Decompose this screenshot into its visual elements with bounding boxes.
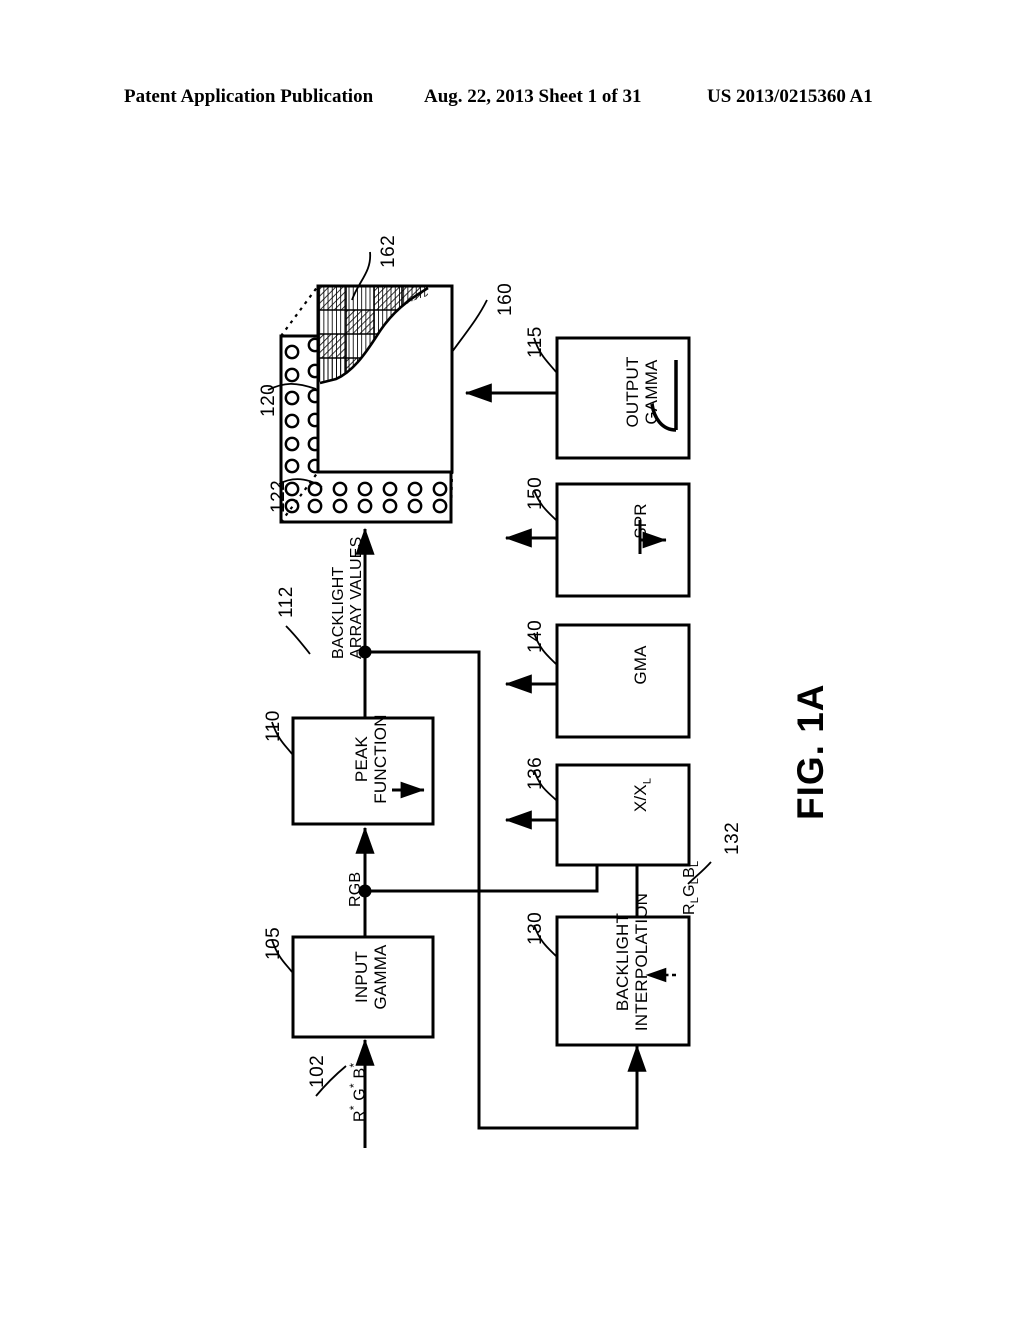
ref-122: 122 bbox=[268, 479, 289, 513]
block-gma-rect bbox=[555, 623, 691, 739]
block-label-backlight-interpolation: BACKLIGHT INTERPOLATION bbox=[613, 892, 651, 1032]
peak-function-line2: FUNCTION bbox=[371, 714, 390, 804]
gma-text: GMA bbox=[631, 645, 650, 685]
signal-label-rgb: RGB bbox=[347, 872, 365, 907]
block-x-over-xl-rect bbox=[555, 763, 691, 867]
block-spr-rect bbox=[555, 482, 691, 598]
ref-136: 136 bbox=[525, 756, 546, 790]
ref-160: 160 bbox=[495, 282, 516, 316]
signal-label-backlight-array-values: BACKLIGHT ARRAY VALUES bbox=[330, 536, 365, 659]
output-gamma-line1: OUTPUT bbox=[623, 356, 642, 428]
backlight-interpolation-line2: INTERPOLATION bbox=[632, 892, 651, 1032]
ref-102: 102 bbox=[307, 1054, 328, 1088]
block-label-input-gamma: INPUT GAMMA bbox=[352, 927, 390, 1027]
x-over-xl-subscript: L bbox=[641, 777, 654, 785]
block-label-output-gamma: OUTPUT GAMMA bbox=[623, 337, 661, 447]
figure-1a-diagram bbox=[0, 0, 1024, 1320]
figure-caption: FIG. 1A bbox=[790, 683, 831, 820]
block-label-gma: GMA bbox=[631, 620, 650, 710]
input-gamma-line2: GAMMA bbox=[371, 944, 390, 1010]
ref-130: 130 bbox=[525, 911, 546, 945]
ref-150: 150 bbox=[525, 476, 546, 510]
peak-function-line1: PEAK bbox=[352, 735, 371, 783]
ref-112: 112 bbox=[276, 586, 297, 618]
ref-120: 120 bbox=[258, 383, 279, 417]
rgb-text: RGB bbox=[347, 871, 364, 907]
signal-label-backlight-levels: RLGLBL bbox=[681, 860, 702, 915]
ref-162: 162 bbox=[378, 234, 399, 268]
x-over-xl-text: X/X bbox=[631, 784, 650, 813]
input-gamma-line1: INPUT bbox=[352, 951, 371, 1003]
ref-140: 140 bbox=[525, 619, 546, 653]
ref-110: 110 bbox=[263, 710, 284, 742]
signal-label-input-rgb: R* G* B* bbox=[347, 1062, 369, 1122]
ref-105: 105 bbox=[263, 926, 284, 960]
ref-132: 132 bbox=[722, 821, 743, 855]
spr-text: SPR bbox=[631, 503, 650, 539]
output-gamma-line2: GAMMA bbox=[642, 359, 661, 425]
block-label-peak-function: PEAK FUNCTION bbox=[352, 704, 390, 814]
ref-115: 115 bbox=[525, 326, 546, 358]
backlight-interpolation-line1: BACKLIGHT bbox=[613, 912, 632, 1012]
block-label-spr: SPR bbox=[631, 476, 650, 566]
block-label-x-over-xl: X/XL bbox=[631, 750, 657, 840]
